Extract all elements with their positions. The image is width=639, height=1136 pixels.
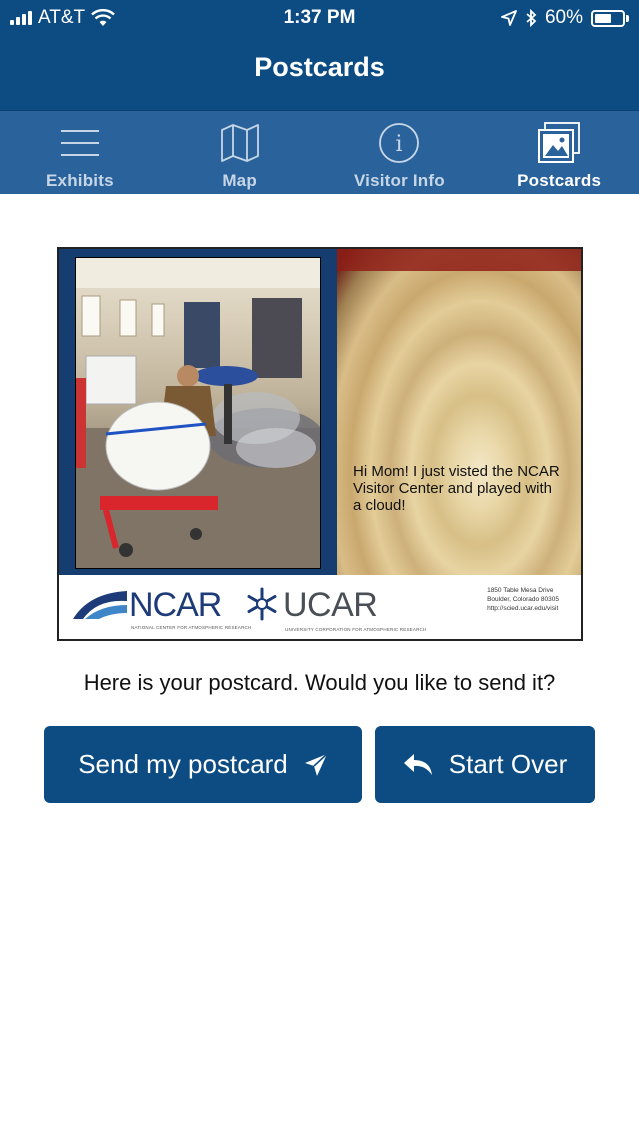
address-line: 1850 Table Mesa Drive [487,587,554,594]
status-right: 60% [501,7,629,29]
tab-label: Map [222,171,257,190]
postcards-icon [537,121,581,165]
ncar-logo-text: NCAR [129,586,222,624]
tab-postcards[interactable]: Postcards [479,111,639,194]
ucar-logo-text: UCAR [283,586,378,624]
header: AT&T 1:37 PM 60% Postcards [0,0,639,110]
menu-icon [58,121,102,165]
battery-icon [591,9,629,27]
address-line: http://scied.ucar.edu/visit [487,605,559,612]
ncar-logo-mark [73,591,127,619]
ncar-logo: NCAR [71,586,222,624]
map-icon [218,121,262,165]
postcard-preview: Hi Mom! I just visted the NCAR Visitor C… [57,247,583,641]
ucar-logo: UCAR [245,586,378,624]
postcard-tree-ring-image: Hi Mom! I just visted the NCAR Visitor C… [337,249,581,575]
postcard-address: 1850 Table Mesa Drive Boulder, Colorado … [487,586,559,613]
start-over-button[interactable]: Start Over [375,726,595,803]
battery-percent: 60% [544,7,583,28]
paper-plane-icon [304,752,328,776]
tab-label: Visitor Info [353,171,445,190]
postcard-prompt: Here is your postcard. Would you like to… [83,670,556,695]
postcard-footer: NCAR NATIONAL CENTER FOR ATMOSPHERIC RES… [59,575,581,639]
status-bar: AT&T 1:37 PM 60% [0,0,639,36]
postcard-photo [75,257,321,569]
tab-map[interactable]: Map [160,111,320,194]
postcard-message: Hi Mom! I just visted the NCAR Visitor C… [353,463,560,514]
send-postcard-button[interactable]: Send my postcard [44,726,362,803]
send-button-label: Send my postcard [78,749,288,779]
address-line: Boulder, Colorado 80305 [487,596,559,603]
tab-bar: Exhibits Map i Visitor Info Postcards [0,110,639,194]
location-arrow-icon [501,10,517,26]
info-icon: i [377,121,421,165]
page-title: Postcards [254,52,385,82]
tab-label: Exhibits [46,171,114,190]
svg-text:i: i [396,132,403,157]
tab-exhibits[interactable]: Exhibits [0,111,160,194]
tab-label: Postcards [517,171,602,190]
ucar-logo-subtitle: UNIVERSITY CORPORATION FOR ATMOSPHERIC R… [285,627,427,632]
postcard-photo-panel [59,249,337,575]
tab-visitor-info[interactable]: i Visitor Info [320,111,480,194]
bluetooth-icon [526,9,537,27]
ncar-logo-subtitle: NATIONAL CENTER FOR ATMOSPHERIC RESEARCH [131,625,252,630]
reply-arrow-icon [403,753,432,775]
start-over-label: Start Over [448,749,568,779]
snowflake-icon [247,587,277,621]
